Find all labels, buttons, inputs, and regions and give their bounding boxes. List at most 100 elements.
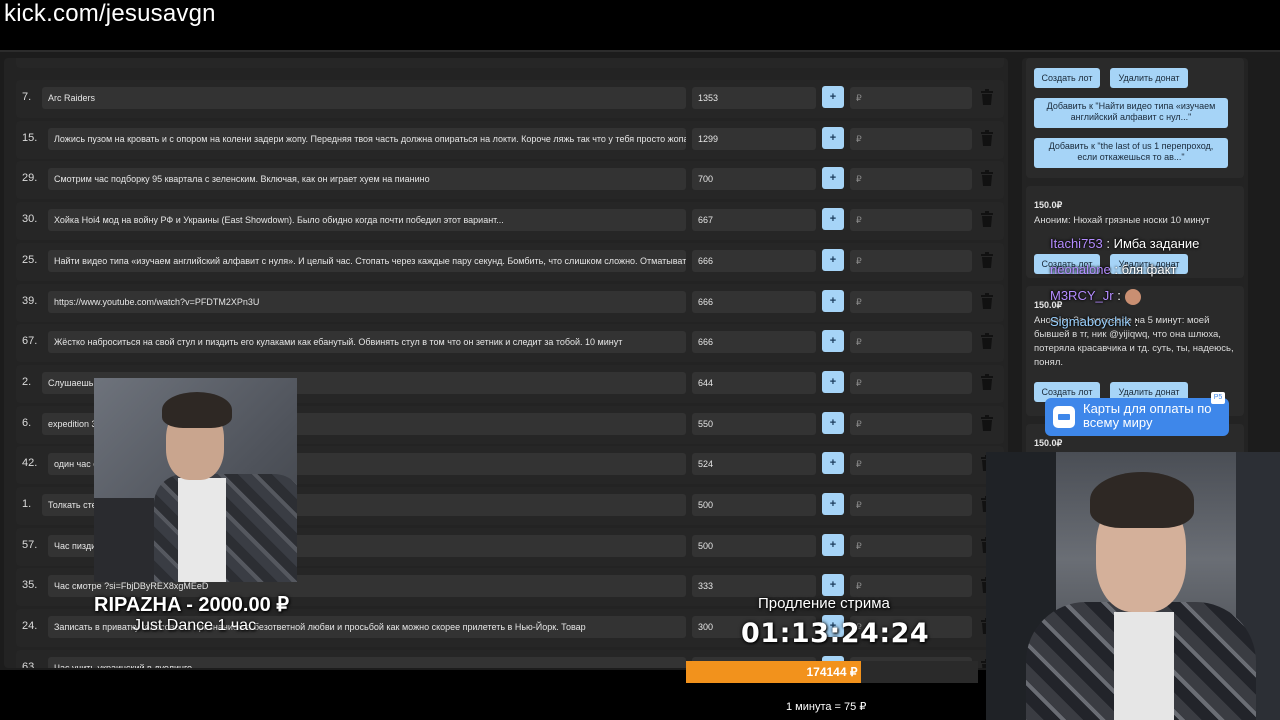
add-amount-input[interactable]: ₽ [850,371,972,394]
donation-message: Аноним: Нюхай грязные носки 10 минут [1034,215,1210,226]
table-row: 7. Arc Raiders 1353 + ₽ [16,80,1004,118]
create-lot-button[interactable]: Создать лот [1034,68,1100,88]
add-amount-button[interactable]: + [822,86,844,108]
lot-amount-input[interactable]: 666 [692,249,816,272]
add-amount-input[interactable]: ₽ [850,127,972,150]
lot-amount-input[interactable]: 524 [692,453,816,476]
ad-text: Карты для оплаты по всему миру [1083,401,1212,430]
add-amount-button[interactable]: + [822,289,844,312]
ad-tag: Р5 [1211,392,1225,404]
add-to-lot-button[interactable]: Добавить к "Найти видео типа «изучаем ан… [1034,98,1228,128]
table-row: 67. Жёстко наброситься на свой стул и пиз… [16,324,1004,363]
row-number: 67. [22,335,38,348]
lot-amount-input[interactable]: 1353 [692,87,816,109]
table-row: 39. https://www.youtube.com/watch?v=PFDTM… [16,283,1004,322]
donation-alert-name: RIPAZHA - 2000.00 ₽ [94,594,290,616]
row-number: 15. [22,131,38,144]
add-amount-input[interactable]: ₽ [850,87,972,109]
lot-amount-input[interactable]: 700 [692,168,816,191]
chat-username: Itachi753 [1050,236,1103,251]
chat-message: Itachi753 : Имба задание [1050,236,1199,251]
add-amount-input[interactable]: ₽ [850,168,972,191]
extension-rate: 1 минута = 75 ₽ [786,701,867,713]
table-row: 15. Ложись пузом на кровать и с опором на… [16,120,1004,159]
chat-avatar-icon [1124,288,1141,305]
donation-alert-message: Just Dance 1 час [133,617,257,634]
add-amount-input[interactable]: ₽ [850,494,972,516]
trash-icon[interactable] [980,89,994,105]
add-amount-input[interactable]: ₽ [850,534,972,557]
lot-amount-input[interactable]: 667 [692,209,816,232]
webcam-left [94,378,297,582]
add-amount-input[interactable]: ₽ [850,209,972,232]
lot-amount-input[interactable]: 500 [692,494,816,516]
row-number: 57. [22,538,38,551]
table-row: 30. Хойка Hoi4 мод на войну РФ и Украины … [16,202,1004,241]
chat-username: M3RCY_Jr [1050,288,1114,303]
add-amount-button[interactable]: + [822,411,844,434]
extension-progress-bar: 174144 ₽ [686,661,978,683]
lot-amount-input[interactable]: 666 [692,331,816,354]
donation-price: 150.0₽ [1034,200,1063,210]
row-number: 25. [22,253,38,266]
table-row: 25. Найти видео типа «изучаем английский … [16,242,1004,281]
chat-username: Sigmaboychik [1050,314,1131,329]
lot-amount-input[interactable]: 550 [692,412,816,435]
add-amount-button[interactable]: + [822,574,844,597]
trash-icon[interactable] [980,129,994,146]
lot-title-input[interactable]: Час учить украинский в дуолинго [48,656,686,668]
row-number: 39. [22,294,38,307]
trash-icon[interactable] [980,333,994,350]
add-to-lot-button[interactable]: Добавить к "the last of us 1 перепроход,… [1034,138,1228,168]
add-amount-button[interactable]: + [822,248,844,271]
add-amount-button[interactable]: + [822,493,844,515]
add-amount-button[interactable]: + [822,330,844,353]
table-row: 29. Смотрим час подборку 95 квартала с зе… [16,161,1004,200]
add-amount-input[interactable]: ₽ [850,331,972,354]
row-number: 2. [22,375,32,388]
webcam-right [986,452,1280,720]
row-number: 42. [22,457,38,470]
screen: kick.com/jesusavgn + 7. Arc Raiders 1353 + ₽… [0,0,1280,720]
ad-banner[interactable]: Карты для оплаты по всему миру Р5 [1045,392,1229,436]
trash-icon[interactable] [980,211,994,228]
delete-donate-button[interactable]: Удалить донат [1110,68,1188,88]
row-number: 29. [22,172,38,185]
lot-title-input[interactable]: https://www.youtube.com/watch?v=PFDTM2XP… [48,290,686,313]
add-amount-input[interactable]: ₽ [850,412,972,435]
add-amount-input[interactable]: ₽ [850,249,972,272]
progress-text: 174144 ₽ [806,665,858,679]
chat-text: : бля факт [1114,262,1177,277]
add-amount-input[interactable]: ₽ [850,290,972,313]
lot-title-input[interactable]: Жёстко наброситься на свой стул и пиздит… [48,331,686,354]
lot-title-input[interactable]: Найти видео типа «изучаем английский алф… [48,249,686,272]
chat-text: : [1134,314,1139,329]
add-amount-button[interactable]: + [822,208,844,231]
trash-icon[interactable] [980,251,994,268]
trash-icon[interactable] [980,292,994,309]
add-amount-button[interactable]: + [822,126,844,149]
chat-text: : [1117,288,1121,303]
row-number: 1. [22,498,32,510]
chat-username: neonalone [1050,262,1111,277]
row-number: 63. [22,660,38,668]
extension-label: Продление стрима [758,595,890,612]
add-amount-button[interactable]: + [822,533,844,556]
lot-title-input[interactable]: Arc Raiders [42,87,686,109]
lot-title-input[interactable]: Смотрим час подборку 95 квартала с зелен… [48,168,686,191]
trash-icon[interactable] [980,373,994,390]
lot-amount-input[interactable]: 666 [692,290,816,313]
lot-amount-input[interactable]: 644 [692,371,816,394]
lot-amount-input[interactable]: 1299 [692,127,816,150]
lot-title-input[interactable]: Ложись пузом на кровать и с опором на ко… [48,127,686,150]
trash-icon[interactable] [980,170,994,187]
lot-title-input[interactable]: Хойка Hoi4 мод на войну РФ и Украины (Ea… [48,209,686,232]
trash-icon[interactable] [980,414,994,431]
add-amount-button[interactable]: + [822,167,844,190]
add-amount-button[interactable]: + [822,452,844,475]
lot-amount-input[interactable]: 500 [692,534,816,557]
add-amount-input[interactable]: ₽ [850,453,972,476]
chat-message: M3RCY_Jr : [1050,288,1141,305]
add-amount-button[interactable]: + [822,370,844,393]
stream-url: kick.com/jesusavgn [4,0,216,27]
